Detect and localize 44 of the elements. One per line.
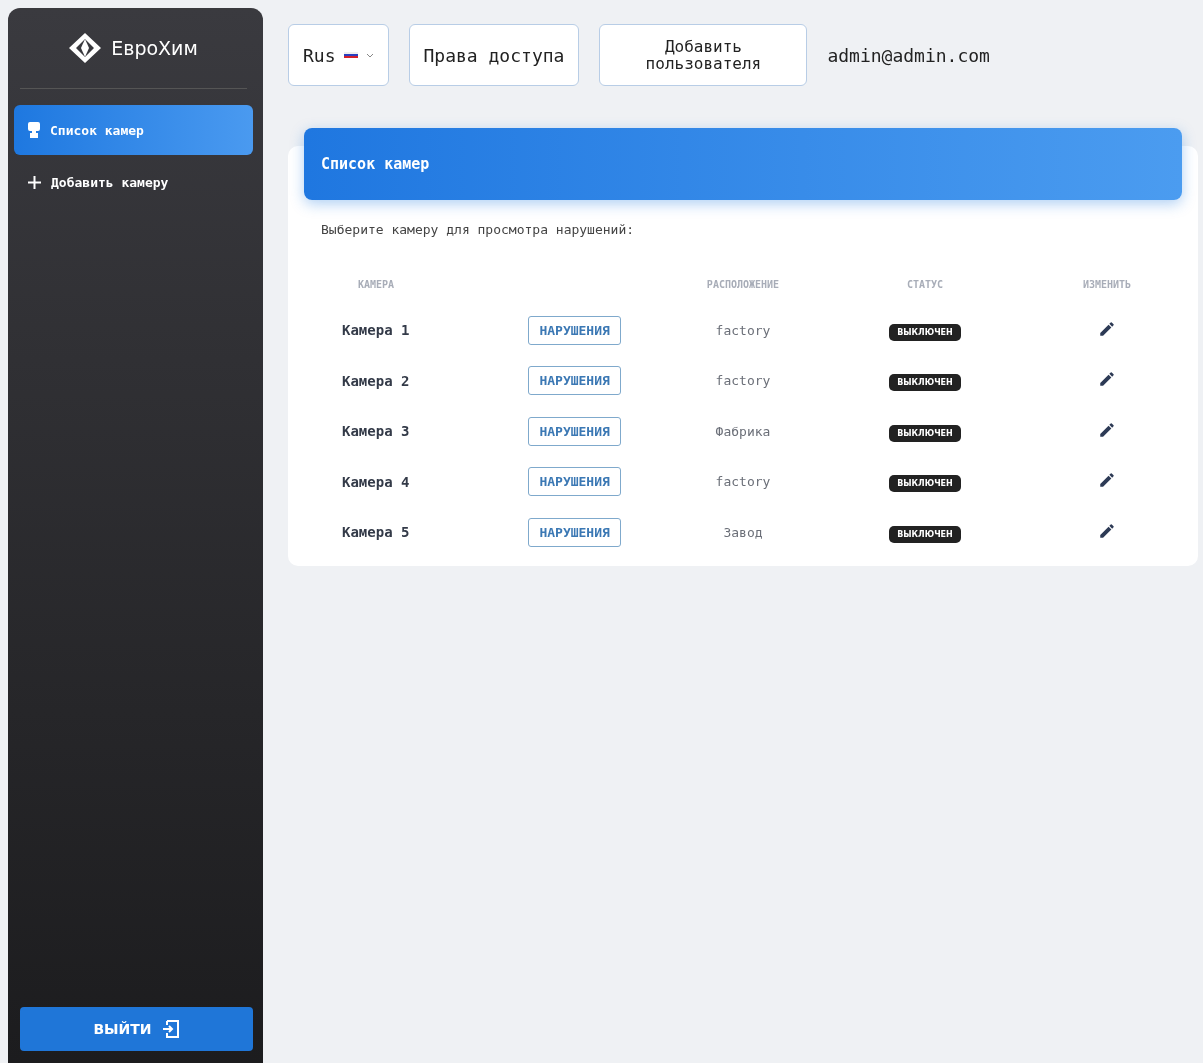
- sidebar-item[interactable]: Добавить камеру: [14, 157, 253, 207]
- edit-icon[interactable]: [1098, 521, 1116, 540]
- camera-name: Камера 2: [342, 372, 410, 389]
- edit-icon[interactable]: [1098, 471, 1116, 490]
- chevron-icon: [365, 52, 374, 58]
- violations-button[interactable]: НАРУШЕНИЯ: [528, 416, 621, 446]
- camera-name: Камера 3: [342, 423, 410, 440]
- header-button[interactable]: Добавить пользователя: [599, 24, 808, 86]
- edit-icon[interactable]: [1098, 420, 1116, 439]
- column-header: ИЗМЕНИТЬ: [1082, 278, 1132, 290]
- location-text: factory: [715, 322, 771, 338]
- status-badge: ВЫКЛЮЧЕН: [889, 323, 961, 341]
- sidebar-item[interactable]: Список камер: [14, 105, 253, 155]
- user-email: admin@admin.com: [827, 44, 990, 66]
- location-text: Фабрика: [715, 423, 771, 439]
- location-text: factory: [715, 474, 771, 490]
- status-badge: ВЫКЛЮЧЕН: [889, 475, 961, 493]
- logout-button[interactable]: ВЫЙТИ: [20, 1007, 253, 1051]
- violations-button[interactable]: НАРУШЕНИЯ: [528, 366, 621, 396]
- plus-icon: [28, 175, 41, 189]
- camera-name: Камера 4: [342, 473, 410, 490]
- flag-icon: [343, 52, 358, 58]
- header-button[interactable]: Права доступа: [408, 24, 580, 86]
- violations-button[interactable]: НАРУШЕНИЯ: [528, 517, 621, 547]
- camera-name: Камера 5: [342, 524, 410, 541]
- edit-icon[interactable]: [1098, 370, 1116, 389]
- card-header: Список камер: [304, 128, 1182, 200]
- logout-icon: [161, 1020, 180, 1038]
- status-badge: ВЫКЛЮЧЕН: [889, 374, 961, 392]
- camera-name: Камера 1: [342, 322, 410, 339]
- edit-icon[interactable]: [1098, 319, 1116, 338]
- violations-button[interactable]: НАРУШЕНИЯ: [528, 315, 621, 345]
- column-header: СТАТУС: [906, 278, 944, 290]
- logo-icon: [69, 33, 102, 63]
- location-text: factory: [715, 373, 771, 389]
- status-badge: ВЫКЛЮЧЕН: [889, 424, 961, 442]
- column-header: РАСПОЛОЖЕНИЕ: [706, 278, 780, 290]
- brand-name: ЕвроХим: [111, 37, 198, 59]
- location-text: Завод: [723, 524, 763, 540]
- language-select[interactable]: Rus: [288, 24, 389, 86]
- violations-button[interactable]: НАРУШЕНИЯ: [528, 467, 621, 497]
- column-header: КАМЕРА: [358, 278, 395, 290]
- card-subtitle: Выберите камеру для просмотра нарушений:: [321, 222, 636, 237]
- status-badge: ВЫКЛЮЧЕН: [889, 525, 961, 543]
